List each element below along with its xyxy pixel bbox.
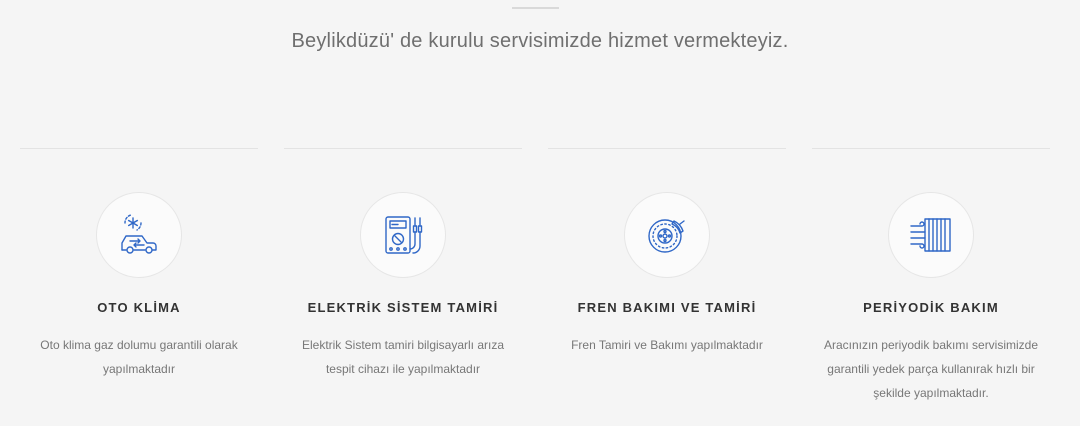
service-description: Elektrik Sistem tamiri bilgisayarlı arız…: [301, 338, 505, 376]
service-title: OTO KLİMA: [97, 300, 181, 315]
service-title: PERİYODİK BAKIM: [863, 300, 999, 315]
icon-circle: [888, 192, 974, 278]
section-subtitle: Beylikdüzü' de kurulu servisimizde hizme…: [291, 30, 789, 52]
card-divider: [548, 148, 786, 149]
service-description: Aracınızın periyodik bakımı servisimizde…: [823, 338, 1039, 400]
card-divider: [812, 148, 1050, 149]
service-title: ELEKTRİK SİSTEM TAMİRİ: [307, 300, 499, 315]
service-title: FREN BAKIMI VE TAMİRİ: [577, 300, 757, 315]
multimeter-icon: [385, 216, 423, 254]
icon-circle: [360, 192, 446, 278]
card-divider: [20, 148, 258, 149]
icon-circle: [624, 192, 710, 278]
service-card-fren: FREN BAKIMI VE TAMİRİ Fren Tamiri ve Bak…: [548, 148, 786, 357]
brake-disc-icon: [648, 219, 685, 253]
icon-circle: [96, 192, 182, 278]
service-description: Fren Tamiri ve Bakımı yapılmaktadır: [571, 338, 763, 352]
service-description: Oto klima gaz dolumu garantili olarak ya…: [40, 338, 238, 376]
service-card-elektrik: ELEKTRİK SİSTEM TAMİRİ Elektrik Sistem t…: [284, 148, 522, 381]
service-card-oto-klima: OTO KLİMA Oto klima gaz dolumu garantili…: [20, 148, 258, 381]
top-divider: [512, 7, 559, 9]
card-divider: [284, 148, 522, 149]
air-filter-icon: [910, 218, 951, 252]
service-card-periyodik: PERİYODİK BAKIM Aracınızın periyodik bak…: [812, 148, 1050, 405]
car-ac-icon: [121, 214, 157, 254]
